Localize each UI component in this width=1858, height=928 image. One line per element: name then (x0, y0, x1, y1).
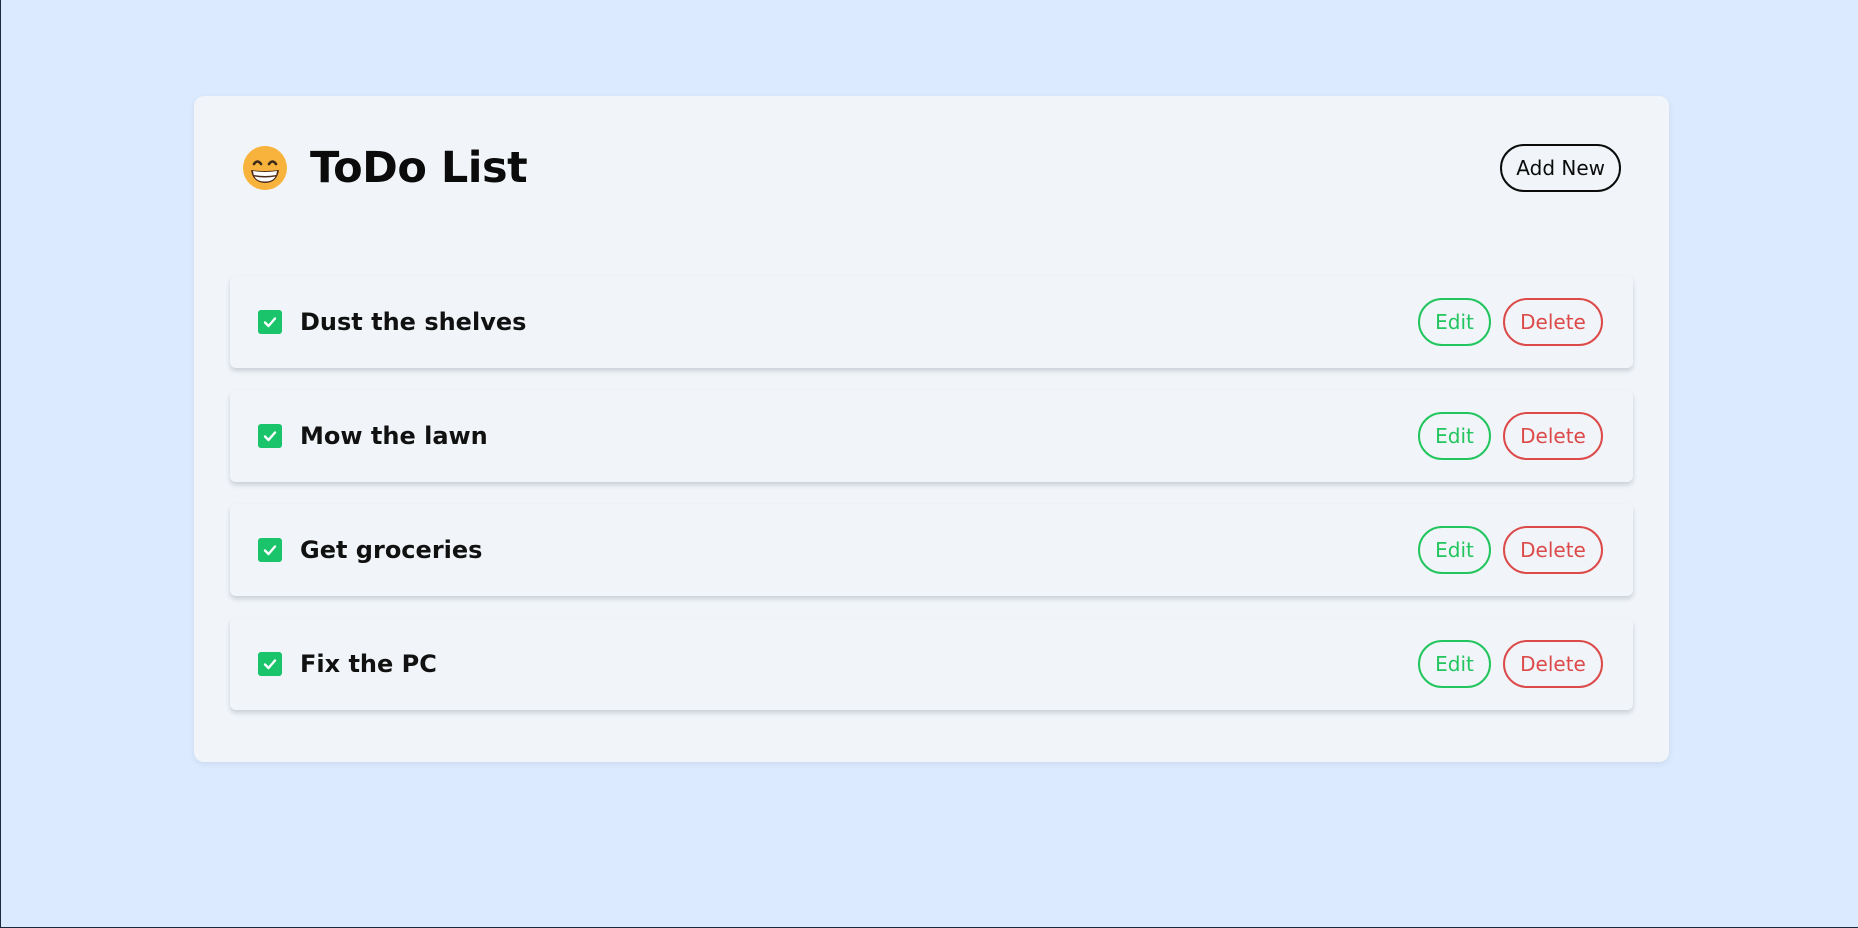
delete-button[interactable]: Delete (1503, 412, 1603, 460)
add-new-button[interactable]: Add New (1500, 144, 1621, 192)
todo-item-left: Get groceries (258, 536, 482, 564)
todo-item-left: Dust the shelves (258, 308, 526, 336)
todo-item: Get groceries Edit Delete (230, 504, 1633, 596)
checkmark-icon (263, 431, 277, 442)
checkbox-checked[interactable] (258, 310, 282, 334)
todo-actions: Edit Delete (1418, 412, 1603, 460)
checkbox-checked[interactable] (258, 652, 282, 676)
edit-button[interactable]: Edit (1418, 640, 1491, 688)
todo-item: Fix the PC Edit Delete (230, 618, 1633, 710)
edit-button[interactable]: Edit (1418, 526, 1491, 574)
todo-actions: Edit Delete (1418, 526, 1603, 574)
checkbox-checked[interactable] (258, 538, 282, 562)
todo-text: Mow the lawn (300, 422, 488, 450)
todo-item: Mow the lawn Edit Delete (230, 390, 1633, 482)
todo-card: ToDo List Add New Dust the shelves Edit … (194, 96, 1669, 762)
edit-button[interactable]: Edit (1418, 412, 1491, 460)
todo-text: Get groceries (300, 536, 483, 564)
todo-actions: Edit Delete (1418, 298, 1603, 346)
todo-item-left: Fix the PC (258, 650, 437, 678)
delete-button[interactable]: Delete (1503, 298, 1603, 346)
title-wrap: ToDo List (242, 143, 528, 193)
delete-button[interactable]: Delete (1503, 640, 1603, 688)
todo-header: ToDo List Add New (242, 140, 1621, 196)
todo-text: Dust the shelves (300, 308, 527, 336)
page-title: ToDo List (310, 143, 528, 193)
todo-item-left: Mow the lawn (258, 422, 488, 450)
checkmark-icon (263, 317, 277, 328)
checkbox-checked[interactable] (258, 424, 282, 448)
delete-button[interactable]: Delete (1503, 526, 1603, 574)
edit-button[interactable]: Edit (1418, 298, 1491, 346)
todo-item: Dust the shelves Edit Delete (230, 276, 1633, 368)
todo-list: Dust the shelves Edit Delete Mow the law… (230, 276, 1633, 732)
grinning-face-icon (242, 145, 288, 191)
todo-actions: Edit Delete (1418, 640, 1603, 688)
checkmark-icon (263, 545, 277, 556)
checkmark-icon (263, 659, 277, 670)
todo-text: Fix the PC (300, 650, 437, 678)
